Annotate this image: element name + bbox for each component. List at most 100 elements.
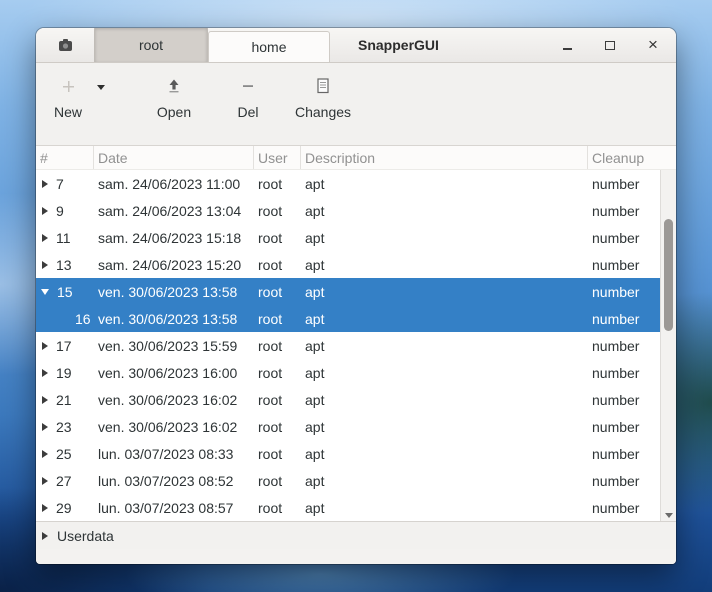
snapshot-cleanup: number <box>588 311 660 327</box>
expander-collapsed-icon[interactable] <box>42 234 48 242</box>
table-row[interactable]: 27 lun. 03/07/2023 08:52rootaptnumber <box>36 467 660 494</box>
snapshot-description: apt <box>301 446 588 462</box>
tab-root[interactable]: root <box>94 28 208 62</box>
expander-collapsed-icon[interactable] <box>42 342 48 350</box>
expander-collapsed-icon[interactable] <box>42 477 48 485</box>
snapshot-number: 17 <box>56 338 72 354</box>
tab-home[interactable]: home <box>208 31 330 62</box>
maximize-icon <box>605 41 615 50</box>
vertical-scrollbar[interactable] <box>660 170 676 521</box>
snapshot-tree-cell: 29 <box>36 500 94 516</box>
snapshot-user: root <box>254 338 301 354</box>
snapshot-number: 27 <box>56 473 72 489</box>
snapshot-date: ven. 30/06/2023 16:02 <box>94 419 254 435</box>
snapshot-tree-cell: 21 <box>36 392 94 408</box>
column-header-number[interactable]: # <box>36 146 94 169</box>
column-header-description[interactable]: Description <box>301 146 588 169</box>
table-row[interactable]: 16ven. 30/06/2023 13:58rootaptnumber <box>36 305 660 332</box>
snapshot-user: root <box>254 284 301 300</box>
snapshot-date: lun. 03/07/2023 08:52 <box>94 473 254 489</box>
snapshot-number: 11 <box>56 230 71 246</box>
expander-collapsed-icon[interactable] <box>42 396 48 404</box>
snapshot-tree-cell: 16 <box>36 311 94 327</box>
snapshot-description: apt <box>301 500 588 516</box>
table-row[interactable]: 23ven. 30/06/2023 16:02rootaptnumber <box>36 413 660 440</box>
expander-expanded-icon[interactable] <box>41 289 49 295</box>
snapshot-date: ven. 30/06/2023 16:02 <box>94 392 254 408</box>
snapshot-description: apt <box>301 419 588 435</box>
snapshot-number: 25 <box>56 446 72 462</box>
snappergui-window: root home SnapperGUI × New <box>36 28 676 564</box>
snapshot-table: # Date User Description Cleanup 7sam. 24… <box>36 145 676 521</box>
snapshot-user: root <box>254 419 301 435</box>
userdata-expander[interactable]: Userdata <box>36 521 676 549</box>
snapshot-date: sam. 24/06/2023 13:04 <box>94 203 254 219</box>
table-row[interactable]: 19ven. 30/06/2023 16:00rootaptnumber <box>36 359 660 386</box>
expander-collapsed-icon[interactable] <box>42 450 48 458</box>
changes-button-label: Changes <box>295 104 351 120</box>
table-row[interactable]: 9sam. 24/06/2023 13:04rootaptnumber <box>36 197 660 224</box>
expander-collapsed-icon[interactable] <box>42 207 48 215</box>
table-row[interactable]: 11sam. 24/06/2023 15:18rootaptnumber <box>36 224 660 251</box>
scrollbar-down-icon[interactable] <box>665 513 673 518</box>
table-header: # Date User Description Cleanup <box>36 146 676 170</box>
expander-collapsed-icon[interactable] <box>42 504 48 512</box>
table-row[interactable]: 13sam. 24/06/2023 15:20rootaptnumber <box>36 251 660 278</box>
snapshot-cleanup: number <box>588 500 660 516</box>
snapshot-user: root <box>254 473 301 489</box>
snapshot-cleanup: number <box>588 473 660 489</box>
snapshot-number: 23 <box>56 419 72 435</box>
table-row[interactable]: 15ven. 30/06/2023 13:58rootaptnumber <box>36 278 660 305</box>
open-button[interactable]: Open <box>148 71 200 120</box>
snapshot-tree-cell: 23 <box>36 419 94 435</box>
table-row[interactable]: 21ven. 30/06/2023 16:02rootaptnumber <box>36 386 660 413</box>
toolbar: New Open Del <box>36 63 676 145</box>
snapshot-tree-cell: 19 <box>36 365 94 381</box>
table-row[interactable]: 7sam. 24/06/2023 11:00rootaptnumber <box>36 170 660 197</box>
snapshot-cleanup: number <box>588 203 660 219</box>
close-icon: × <box>648 37 658 53</box>
snapshot-description: apt <box>301 365 588 381</box>
minimize-button[interactable] <box>560 37 574 53</box>
document-icon <box>316 75 330 97</box>
snapshot-user: root <box>254 257 301 273</box>
expander-collapsed-icon[interactable] <box>42 423 48 431</box>
caret-down-icon <box>97 85 105 90</box>
new-button-label: New <box>54 104 82 120</box>
snapshot-user: root <box>254 311 301 327</box>
expander-collapsed-icon[interactable] <box>42 369 48 377</box>
delete-button[interactable]: Del <box>226 71 270 120</box>
snapshot-date: ven. 30/06/2023 15:59 <box>94 338 254 354</box>
new-dropdown-button[interactable] <box>88 71 114 90</box>
snapshot-cleanup: number <box>588 230 660 246</box>
scrollbar-thumb[interactable] <box>664 219 673 331</box>
close-button[interactable]: × <box>646 37 660 53</box>
snapshot-description: apt <box>301 473 588 489</box>
changes-button[interactable]: Changes <box>290 71 356 120</box>
new-button[interactable]: New <box>48 71 88 120</box>
column-header-date[interactable]: Date <box>94 146 254 169</box>
snapshot-date: sam. 24/06/2023 15:18 <box>94 230 254 246</box>
snapshot-tree-cell: 7 <box>36 176 94 192</box>
table-row[interactable]: 17ven. 30/06/2023 15:59rootaptnumber <box>36 332 660 359</box>
expander-collapsed-icon[interactable] <box>42 180 48 188</box>
snapshot-user: root <box>254 446 301 462</box>
table-row[interactable]: 25lun. 03/07/2023 08:33rootaptnumber <box>36 440 660 467</box>
open-button-label: Open <box>157 104 191 120</box>
snapshot-tree-cell: 25 <box>36 446 94 462</box>
titlebar[interactable]: root home SnapperGUI × <box>36 28 676 63</box>
snapshot-cleanup: number <box>588 338 660 354</box>
snapshot-description: apt <box>301 230 588 246</box>
maximize-button[interactable] <box>603 37 617 53</box>
tab-home-label: home <box>251 39 286 55</box>
table-row[interactable]: 29lun. 03/07/2023 08:57rootaptnumber <box>36 494 660 521</box>
snapshot-number: 9 <box>56 203 64 219</box>
plus-icon <box>61 75 76 97</box>
snapshot-user: root <box>254 500 301 516</box>
snapshot-cleanup: number <box>588 446 660 462</box>
minimize-icon <box>563 48 572 50</box>
column-header-user[interactable]: User <box>254 146 301 169</box>
expander-collapsed-icon[interactable] <box>42 261 48 269</box>
snapshot-number: 13 <box>56 257 72 273</box>
column-header-cleanup[interactable]: Cleanup <box>588 146 676 169</box>
